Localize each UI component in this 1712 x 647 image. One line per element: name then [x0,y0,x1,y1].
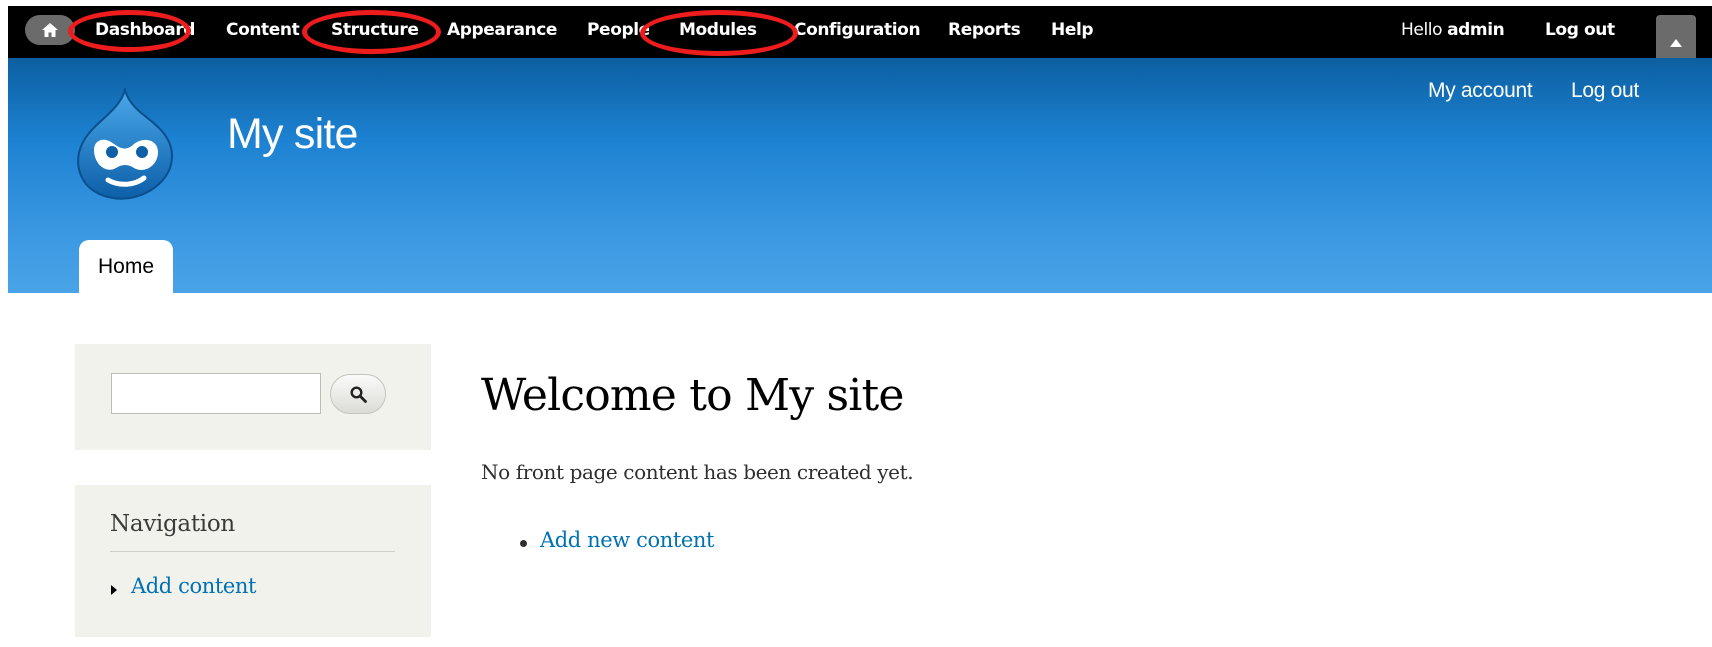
triangle-right-icon [111,585,117,595]
search-button[interactable] [330,374,386,414]
site-name[interactable]: My site [227,110,358,159]
toolbar-item-dashboard[interactable]: Dashboard [95,19,195,41]
nav-link-add-content[interactable]: Add content [131,574,256,598]
tab-home[interactable]: Home [79,240,173,293]
username-link[interactable]: admin [1447,20,1505,40]
toolbar-item-content[interactable]: Content [226,19,300,41]
page-title: Welcome to My site [481,370,904,421]
home-button[interactable] [25,15,75,45]
toolbar-logout-link[interactable]: Log out [1545,19,1615,41]
toolbar-item-configuration[interactable]: Configuration [794,19,921,41]
search-block [75,344,431,450]
toolbar-item-people[interactable]: People [587,19,649,41]
greeting: Hello admin [1401,19,1505,41]
search-icon [350,386,367,403]
toolbar-toggle-button[interactable] [1656,15,1696,58]
drupal-drop-logo [77,86,174,200]
toolbar-item-help[interactable]: Help [1051,19,1094,41]
navigation-title: Navigation [110,511,235,537]
toolbar-item-appearance[interactable]: Appearance [447,19,557,41]
add-new-content-link[interactable]: Add new content [540,528,714,552]
header-logout-link[interactable]: Log out [1571,78,1639,104]
triangle-up-icon [1670,39,1682,47]
site-header: My account Log out My site Home [8,58,1712,293]
my-account-link[interactable]: My account [1428,78,1533,104]
toolbar-item-reports[interactable]: Reports [948,19,1021,41]
greeting-prefix: Hello [1401,20,1448,40]
list-bullet [520,540,527,547]
navigation-divider [110,551,395,552]
site-logo[interactable] [72,86,178,205]
search-input[interactable] [111,373,321,414]
admin-toolbar: Dashboard Content Structure Appearance P… [8,6,1712,58]
toolbar-item-structure[interactable]: Structure [331,19,419,41]
toolbar-item-modules[interactable]: Modules [679,19,757,41]
navigation-block: Navigation Add content [75,485,431,637]
empty-front-page-message: No front page content has been created y… [481,460,914,484]
home-icon [42,23,58,37]
